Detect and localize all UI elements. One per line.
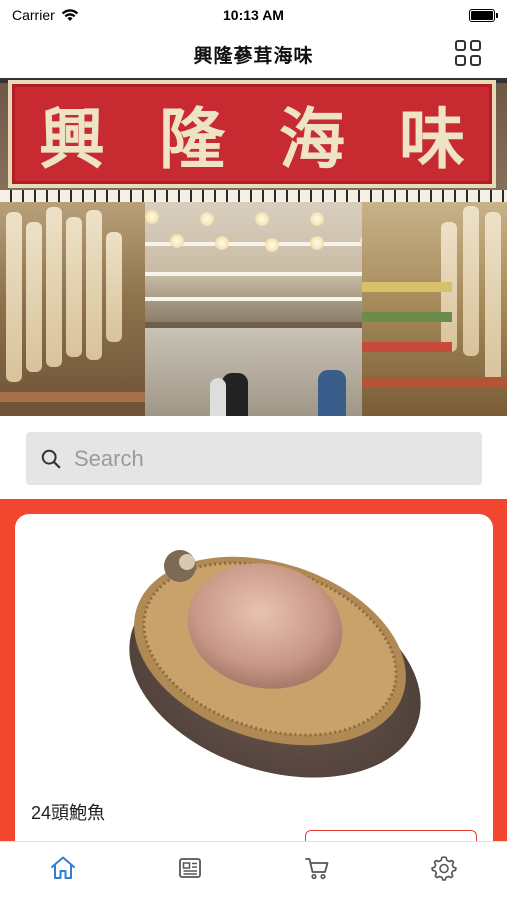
search-icon (41, 449, 61, 468)
battery-icon (469, 8, 498, 22)
home-icon (51, 856, 76, 879)
sign-char: 味 (399, 100, 465, 178)
news-icon (179, 858, 202, 878)
tab-home[interactable] (33, 848, 93, 888)
storefront-banner-image: 興 隆 海 味 (0, 78, 507, 416)
sign-char: 海 (279, 100, 345, 178)
product-section: 24頭鮑魚 (0, 499, 507, 860)
tab-cart[interactable] (287, 848, 347, 888)
grid-icon (455, 40, 466, 51)
status-time: 10:13 AM (223, 7, 284, 23)
tab-bar (0, 841, 507, 900)
app-screen: Carrier 10:13 AM 興隆蔘茸海味 興 隆 海 味 Search 2… (0, 0, 507, 900)
page-title: 興隆蔘茸海味 (193, 45, 314, 67)
tab-news[interactable] (160, 848, 220, 888)
product-card[interactable]: 24頭鮑魚 (15, 514, 493, 860)
settings-icon (430, 856, 457, 881)
cart-icon (304, 858, 329, 880)
tab-settings[interactable] (414, 848, 474, 888)
sign-char: 興 (39, 100, 105, 178)
abalone-image (129, 550, 421, 778)
search-bar[interactable] (26, 432, 482, 485)
navigation-bar: 興隆蔘茸海味 (0, 30, 507, 78)
status-bar: Carrier 10:13 AM (0, 0, 507, 30)
sign-char: 隆 (159, 100, 225, 178)
grid-menu-button[interactable] (455, 40, 481, 66)
shop-sign: 興 隆 海 味 (8, 80, 496, 188)
search-input[interactable] (74, 445, 454, 472)
product-name: 24頭鮑魚 (31, 803, 106, 823)
